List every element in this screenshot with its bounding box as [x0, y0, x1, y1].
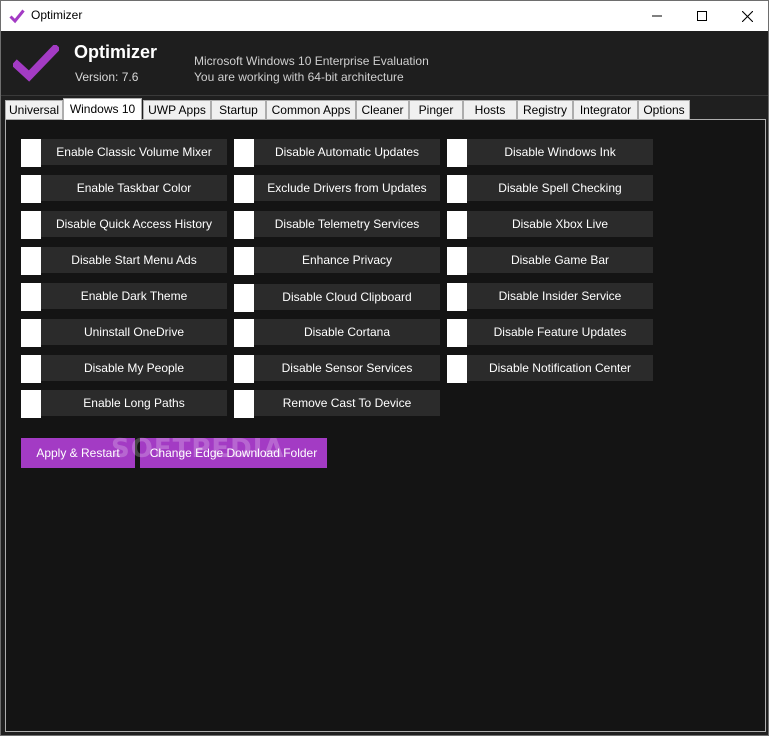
option-label[interactable]: Enable Long Paths	[41, 390, 227, 416]
option-label[interactable]: Disable Cortana	[254, 319, 440, 345]
option-label[interactable]: Exclude Drivers from Updates	[254, 175, 440, 201]
optimizer-window: Optimizer Optimizer Version: 7.6 Microso…	[0, 0, 769, 736]
option-taskbar-color[interactable]: Enable Taskbar Color	[21, 175, 227, 203]
toggle-checkbox[interactable]	[21, 211, 41, 239]
close-button[interactable]	[724, 1, 768, 31]
tab-options[interactable]: Options	[638, 100, 690, 119]
option-exclude-drivers[interactable]: Exclude Drivers from Updates	[234, 175, 440, 203]
toggle-checkbox[interactable]	[21, 283, 41, 311]
option-label[interactable]: Disable Sensor Services	[254, 355, 440, 381]
close-icon	[741, 10, 753, 22]
tab-registry[interactable]: Registry	[517, 100, 573, 119]
app-header: Optimizer Version: 7.6 Microsoft Windows…	[1, 31, 768, 96]
option-classic-volume-mixer[interactable]: Enable Classic Volume Mixer	[21, 139, 227, 167]
tab-uwp-apps[interactable]: UWP Apps	[143, 100, 211, 119]
option-label[interactable]: Disable Start Menu Ads	[41, 247, 227, 273]
option-label[interactable]: Remove Cast To Device	[254, 390, 440, 416]
option-label[interactable]: Disable Insider Service	[467, 283, 653, 309]
option-cast-to-device[interactable]: Remove Cast To Device	[234, 390, 440, 418]
toggle-checkbox[interactable]	[447, 319, 467, 347]
tab-pinger[interactable]: Pinger	[409, 100, 463, 119]
toggle-checkbox[interactable]	[234, 247, 254, 275]
window-title: Optimizer	[31, 8, 83, 22]
toggle-checkbox[interactable]	[234, 139, 254, 167]
tab-common-apps[interactable]: Common Apps	[266, 100, 356, 119]
checkmark-logo-icon	[13, 45, 59, 82]
option-my-people[interactable]: Disable My People	[21, 355, 227, 383]
option-label[interactable]: Uninstall OneDrive	[41, 319, 227, 345]
toggle-checkbox[interactable]	[21, 247, 41, 275]
option-xbox-live[interactable]: Disable Xbox Live	[447, 211, 653, 239]
architecture-info: You are working with 64-bit architecture	[194, 70, 404, 84]
minimize-button[interactable]	[634, 1, 680, 31]
checkmark-app-icon	[9, 9, 25, 24]
toggle-checkbox[interactable]	[447, 283, 467, 311]
app-name: Optimizer	[74, 42, 158, 62]
option-cloud-clipboard[interactable]: Disable Cloud Clipboard	[234, 284, 440, 312]
toggle-checkbox[interactable]	[234, 319, 254, 347]
option-label[interactable]: Disable Automatic Updates	[254, 139, 440, 165]
os-info: Microsoft Windows 10 Enterprise Evaluati…	[194, 54, 429, 68]
option-insider-service[interactable]: Disable Insider Service	[447, 283, 653, 311]
tab-hosts[interactable]: Hosts	[463, 100, 517, 119]
toggle-checkbox[interactable]	[234, 355, 254, 383]
tab-cleaner[interactable]: Cleaner	[356, 100, 409, 119]
toggle-checkbox[interactable]	[234, 390, 254, 418]
maximize-icon	[697, 11, 707, 21]
option-long-paths[interactable]: Enable Long Paths	[21, 390, 227, 418]
tab-startup[interactable]: Startup	[211, 100, 266, 119]
maximize-button[interactable]	[679, 1, 725, 31]
option-automatic-updates[interactable]: Disable Automatic Updates	[234, 139, 440, 167]
option-telemetry-services[interactable]: Disable Telemetry Services	[234, 211, 440, 239]
tab-windows-10[interactable]: Windows 10	[63, 98, 142, 120]
option-label[interactable]: Enable Dark Theme	[41, 283, 227, 309]
option-uninstall-onedrive[interactable]: Uninstall OneDrive	[21, 319, 227, 347]
option-notification-center[interactable]: Disable Notification Center	[447, 355, 653, 383]
tab-universal[interactable]: Universal	[5, 100, 63, 119]
option-quick-access-history[interactable]: Disable Quick Access History	[21, 211, 227, 239]
toggle-checkbox[interactable]	[21, 139, 41, 167]
title-bar[interactable]: Optimizer	[1, 1, 768, 31]
toggle-checkbox[interactable]	[234, 284, 254, 312]
option-sensor-services[interactable]: Disable Sensor Services	[234, 355, 440, 383]
option-label[interactable]: Disable My People	[41, 355, 227, 381]
toggle-checkbox[interactable]	[447, 175, 467, 203]
apply-restart-button[interactable]: Apply & Restart	[21, 438, 135, 468]
toggle-checkbox[interactable]	[21, 355, 41, 383]
option-label[interactable]: Disable Feature Updates	[467, 319, 653, 345]
option-label[interactable]: Disable Notification Center	[467, 355, 653, 381]
option-label[interactable]: Disable Spell Checking	[467, 175, 653, 201]
toggle-checkbox[interactable]	[234, 175, 254, 203]
option-cortana[interactable]: Disable Cortana	[234, 319, 440, 347]
option-dark-theme[interactable]: Enable Dark Theme	[21, 283, 227, 311]
toggle-checkbox[interactable]	[234, 211, 254, 239]
toggle-checkbox[interactable]	[21, 319, 41, 347]
change-edge-download-folder-button[interactable]: Change Edge Download Folder	[140, 438, 327, 468]
option-label[interactable]: Disable Xbox Live	[467, 211, 653, 237]
option-feature-updates[interactable]: Disable Feature Updates	[447, 319, 653, 347]
option-enhance-privacy[interactable]: Enhance Privacy	[234, 247, 440, 275]
option-spell-checking[interactable]: Disable Spell Checking	[447, 175, 653, 203]
toggle-checkbox[interactable]	[21, 175, 41, 203]
tab-integrator[interactable]: Integrator	[573, 100, 638, 119]
toggle-checkbox[interactable]	[447, 211, 467, 239]
option-label[interactable]: Disable Quick Access History	[41, 211, 227, 237]
option-label[interactable]: Enable Taskbar Color	[41, 175, 227, 201]
app-version: Version: 7.6	[75, 70, 139, 84]
minimize-icon	[652, 15, 662, 17]
option-label[interactable]: Enhance Privacy	[254, 247, 440, 273]
toggle-checkbox[interactable]	[21, 390, 41, 418]
toggle-checkbox[interactable]	[447, 247, 467, 275]
option-game-bar[interactable]: Disable Game Bar	[447, 247, 653, 275]
option-label[interactable]: Disable Windows Ink	[467, 139, 653, 165]
toggle-checkbox[interactable]	[447, 139, 467, 167]
option-label[interactable]: Disable Telemetry Services	[254, 211, 440, 237]
toggle-checkbox[interactable]	[447, 355, 467, 383]
option-label[interactable]: Enable Classic Volume Mixer	[41, 139, 227, 165]
option-start-menu-ads[interactable]: Disable Start Menu Ads	[21, 247, 227, 275]
option-label[interactable]: Disable Game Bar	[467, 247, 653, 273]
option-label[interactable]: Disable Cloud Clipboard	[254, 284, 440, 310]
option-windows-ink[interactable]: Disable Windows Ink	[447, 139, 653, 167]
